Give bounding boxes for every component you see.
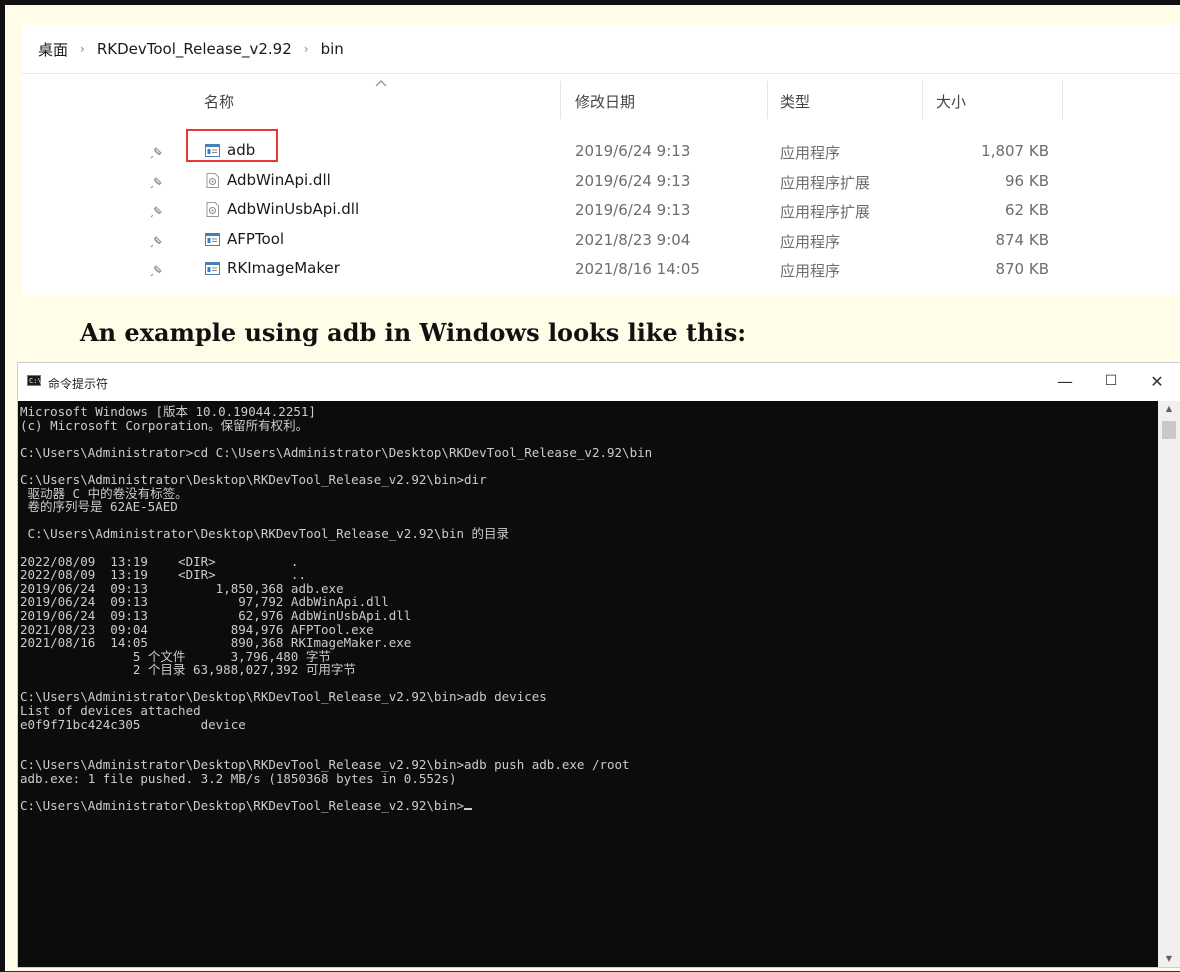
file-size: 870 KB: [995, 260, 1049, 278]
file-row-adbwinapi[interactable]: AdbWinApi.dll 2019/6/24 9:13 应用程序扩展 96 K…: [22, 167, 1179, 197]
caption: An example using adb in Windows looks li…: [80, 318, 747, 347]
file-type: 应用程序扩展: [780, 173, 871, 192]
file-date: 2019/6/24 9:13: [575, 142, 691, 160]
console-line: adb.exe: 1 file pushed. 3.2 MB/s (185036…: [20, 771, 457, 787]
highlight-box: [186, 129, 278, 162]
text-cursor: [464, 808, 473, 811]
file-date: 2021/8/23 9:04: [575, 230, 691, 249]
dll-file-icon: [206, 202, 219, 217]
pin-icon: [150, 176, 162, 188]
application-icon: [205, 232, 220, 246]
file-name[interactable]: AFPTool: [227, 230, 284, 248]
console-line: 卷的序列号是 62AE-5AED: [20, 499, 178, 515]
terminal-icon: C:\: [27, 375, 42, 386]
maximize-button[interactable]: ☐: [1088, 363, 1134, 399]
vertical-scrollbar[interactable]: ▲ ▼: [1158, 401, 1180, 967]
column-divider[interactable]: [560, 81, 561, 119]
console-line: (c) Microsoft Corporation。保留所有权利。: [20, 417, 309, 433]
scroll-down-icon[interactable]: ▼: [1158, 951, 1180, 967]
application-icon: [205, 262, 220, 275]
breadcrumb-item-bin[interactable]: bin: [315, 40, 350, 58]
console-line: C:\Users\Administrator>cd C:\Users\Admin…: [20, 444, 653, 460]
file-name[interactable]: AdbWinUsbApi.dll: [227, 200, 359, 218]
dll-file-icon: [206, 172, 219, 188]
pin-icon: [150, 206, 162, 218]
command-prompt-window: C:\ 命令提示符 — ☐ ✕ Microsoft Windows [版本 10…: [17, 362, 1180, 968]
column-header: 名称 修改日期 类型 大小: [22, 73, 1179, 119]
column-date[interactable]: 修改日期: [575, 91, 635, 112]
column-divider[interactable]: [767, 81, 768, 119]
file-size: 62 KB: [1005, 201, 1049, 219]
column-size[interactable]: 大小: [936, 91, 966, 112]
pin-icon: [150, 235, 162, 247]
file-date: 2019/6/24 9:13: [575, 201, 691, 219]
file-name[interactable]: RKImageMaker: [227, 259, 340, 277]
file-size: 874 KB: [995, 230, 1049, 249]
file-type: 应用程序扩展: [780, 203, 871, 221]
window-title: 命令提示符: [48, 377, 109, 391]
scroll-up-icon[interactable]: ▲: [1158, 401, 1180, 417]
console-output[interactable]: Microsoft Windows [版本 10.0.19044.2251] (…: [18, 401, 1158, 967]
column-divider[interactable]: [1062, 81, 1063, 119]
file-type: 应用程序: [780, 144, 841, 162]
breadcrumb-item-desktop[interactable]: 桌面: [22, 39, 74, 60]
column-name[interactable]: 名称: [204, 91, 234, 112]
file-size: 96 KB: [1005, 171, 1049, 190]
file-date: 2021/8/16 14:05: [575, 260, 700, 278]
file-date: 2019/6/24 9:13: [575, 171, 691, 190]
console-line: 2 个目录 63,988,027,392 可用字节: [20, 662, 356, 678]
breadcrumb-item-rkdevtool[interactable]: RKDevTool_Release_v2.92: [91, 40, 298, 58]
console-line: C:\Users\Administrator\Desktop\RKDevTool…: [20, 526, 510, 542]
console-line: e0f9f71bc424c305 device: [20, 716, 246, 732]
file-size: 1,807 KB: [981, 142, 1049, 160]
scrollbar-thumb[interactable]: [1162, 421, 1176, 439]
breadcrumb: 桌面 › RKDevTool_Release_v2.92 › bin: [22, 25, 1179, 74]
title-bar[interactable]: C:\ 命令提示符 — ☐ ✕: [18, 363, 1180, 401]
column-type[interactable]: 类型: [780, 91, 810, 112]
file-row-afptool[interactable]: AFPTool 2021/8/23 9:04 应用程序 874 KB: [22, 226, 1179, 256]
file-type: 应用程序: [780, 232, 841, 251]
sort-ascending-icon: [375, 80, 387, 87]
file-explorer: 桌面 › RKDevTool_Release_v2.92 › bin 名称 修改…: [22, 25, 1179, 295]
console-line: C:\Users\Administrator\Desktop\RKDevTool…: [20, 798, 465, 814]
pin-icon: [150, 147, 162, 159]
close-button[interactable]: ✕: [1134, 363, 1180, 399]
console-text: Microsoft Windows [版本 10.0.19044.2251] (…: [18, 401, 1158, 813]
chevron-right-icon: ›: [80, 42, 85, 56]
minimize-button[interactable]: —: [1042, 363, 1088, 399]
column-divider[interactable]: [922, 81, 923, 119]
file-row-adbwinusbapi[interactable]: AdbWinUsbApi.dll 2019/6/24 9:13 应用程序扩展 6…: [22, 196, 1179, 226]
file-name[interactable]: AdbWinApi.dll: [227, 171, 331, 189]
chevron-right-icon: ›: [303, 42, 309, 56]
pin-icon: [150, 265, 162, 277]
page-frame: 桌面 › RKDevTool_Release_v2.92 › bin 名称 修改…: [0, 0, 1180, 972]
file-row-rkimagemaker[interactable]: RKImageMaker 2021/8/16 14:05 应用程序 870 KB: [22, 255, 1179, 285]
file-type: 应用程序: [780, 262, 841, 280]
